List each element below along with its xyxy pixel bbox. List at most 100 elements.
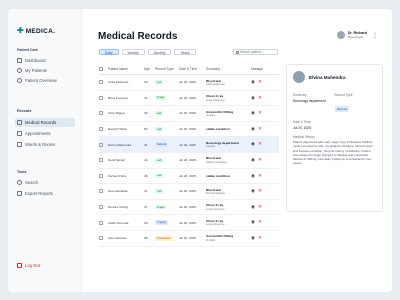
- view-icon[interactable]: ◉: [251, 157, 255, 163]
- cell-summary: Chest X-ray: [206, 94, 224, 99]
- table-row[interactable]: Elvina Mahendra 41 Referral Jul 20, 2025 Neu…: [99, 137, 279, 153]
- delete-icon[interactable]: ✕: [258, 111, 262, 116]
- cell-patient-name: Dedi Hamidi: [108, 158, 125, 163]
- table-row[interactable]: Anita Rahmani 29 Lab Jul 20, 2025 Blood test…: [99, 75, 279, 91]
- delete-icon[interactable]: ✕: [258, 95, 262, 101]
- column-header: Patient Name: [108, 67, 128, 71]
- nav-group-title: Patient Care: [17, 48, 38, 52]
- cell-summary-detail: Full hematology: [206, 192, 225, 196]
- filter-daily[interactable]: Daily: [99, 49, 119, 55]
- delete-icon[interactable]: ✕: [258, 142, 262, 147]
- cell-age: 44: [144, 158, 148, 163]
- brand-name: MEDICA.: [25, 27, 56, 35]
- row-checkbox[interactable]: [99, 220, 103, 225]
- cell-age: 47: [144, 205, 148, 210]
- sidebar-item-medical-records[interactable]: Medical Records: [15, 118, 75, 127]
- search-input[interactable]: [240, 50, 276, 54]
- delete-icon[interactable]: ✕: [258, 173, 262, 179]
- filter-weekly[interactable]: Weekly: [121, 49, 145, 55]
- view-icon[interactable]: ◉: [251, 189, 255, 194]
- cell-patient-name: Anita Rahmani: [108, 80, 129, 85]
- record-type-badge: Lab: [155, 126, 164, 132]
- page-title: Medical Records: [98, 31, 178, 42]
- table-row[interactable]: Dedi Hamidi 44 Lab Jul 20, 2025 Blood test Hb…: [99, 153, 279, 169]
- cell-summary: stable condition: [206, 126, 230, 131]
- row-checkbox[interactable]: [99, 111, 103, 116]
- record-type-badge: Referral: [155, 142, 169, 148]
- sidebar-item-patient-overview[interactable]: Patient Overview: [15, 76, 75, 85]
- row-checkbox[interactable]: [99, 173, 103, 178]
- sidebar-item-wards-rooms[interactable]: Wards & Rooms: [15, 140, 75, 149]
- view-icon[interactable]: ◉: [251, 126, 255, 132]
- delete-icon[interactable]: ✕: [258, 126, 262, 132]
- table-row[interactable]: Joko Santoso 58 Prescription Jul 20, 2025 Am…: [99, 231, 279, 247]
- record-type-badge: Lab: [155, 158, 164, 163]
- view-icon[interactable]: ◉: [251, 111, 255, 116]
- user-menu[interactable]: Dr. Richard Neurologist ⋮: [336, 31, 378, 39]
- record-type-badge: Image: [155, 204, 167, 210]
- logout-button[interactable]: Log Out: [15, 261, 75, 270]
- cell-date: Jul 20, 2025: [179, 189, 196, 194]
- row-checkbox[interactable]: [99, 95, 103, 100]
- record-type-badge: Prescription: [155, 236, 173, 241]
- sidebar-item-my-patients[interactable]: My Patients: [15, 66, 75, 75]
- more-options-icon[interactable]: ⋮: [372, 32, 378, 39]
- delete-icon[interactable]: ✕: [258, 157, 262, 163]
- view-icon[interactable]: ◉: [251, 204, 255, 210]
- row-checkbox[interactable]: [99, 189, 103, 194]
- view-icon[interactable]: ◉: [251, 80, 255, 85]
- table-row[interactable]: Indah Permata 26 Imaging Jul 20, 2025 Chest …: [99, 215, 279, 231]
- cell-summary-detail: 3x daily: [206, 239, 216, 243]
- row-checkbox[interactable]: [99, 205, 103, 210]
- record-type-badge: Lab: [155, 173, 164, 179]
- delete-icon[interactable]: ✕: [258, 189, 262, 194]
- row-checkbox[interactable]: [99, 158, 103, 163]
- delete-icon[interactable]: ✕: [258, 204, 262, 210]
- cell-date: Jul 20, 2025: [179, 158, 196, 163]
- search-box: [233, 49, 278, 55]
- sidebar-item-appointments[interactable]: Appointments: [15, 129, 75, 138]
- bed-icon: [17, 142, 22, 147]
- row-checkbox[interactable]: [99, 80, 103, 85]
- sidebar-item-export-reports[interactable]: Export Reports: [15, 189, 75, 198]
- row-checkbox[interactable]: [99, 236, 103, 241]
- detail-date-value: Jul 20, 2025: [293, 125, 311, 130]
- filter-monthly[interactable]: Monthly: [147, 49, 172, 55]
- sidebar-item-search[interactable]: Search: [15, 178, 75, 187]
- detail-history-text: Patient diagnosed with early stage Type …: [293, 140, 374, 166]
- nav-group-title: Tools: [17, 170, 27, 174]
- view-icon[interactable]: ◉: [251, 220, 255, 225]
- delete-icon[interactable]: ✕: [258, 220, 262, 225]
- cell-date: Jul 20, 2025: [179, 111, 196, 116]
- filter-yearly[interactable]: Yearly: [174, 49, 196, 55]
- user-icon: [17, 78, 22, 83]
- sidebar-item-dashboard[interactable]: Dashboard: [15, 56, 75, 65]
- table-row[interactable]: Gina Sanabila 31 Lab Jul 20, 2025 Blood test…: [99, 184, 279, 200]
- cell-patient-name: Gina Sanabila: [108, 189, 128, 194]
- table-row[interactable]: Farhan Putra 38 Lab Jul 20, 2025 stable cond…: [99, 169, 279, 185]
- brand-logo[interactable]: ✚ MEDICA.: [17, 27, 55, 35]
- table-row[interactable]: Hendra Tobing 47 Image Jul 20, 2025 Chest X-…: [99, 200, 279, 216]
- view-icon[interactable]: ◉: [251, 142, 255, 147]
- view-icon[interactable]: ◉: [251, 235, 255, 241]
- table-row[interactable]: Citra Wijaya 35 Lab Jul 20, 2025 Amoxicillin…: [99, 106, 279, 122]
- delete-icon[interactable]: ✕: [258, 235, 262, 241]
- table-row[interactable]: Bima Prasetyo 41 Image Jul 20, 2025 Chest X-…: [99, 91, 279, 107]
- column-header: Summary: [206, 67, 221, 71]
- record-type-badge: Lab: [155, 111, 164, 116]
- select-all-checkbox[interactable]: [99, 67, 103, 71]
- view-icon[interactable]: ◉: [251, 173, 255, 179]
- cell-patient-name: Farhan Putra: [108, 173, 127, 178]
- cell-date: Jul 20, 2025: [179, 236, 196, 241]
- row-checkbox[interactable]: [99, 142, 103, 147]
- row-checkbox[interactable]: [99, 127, 103, 132]
- status-badge: Referral: [334, 106, 350, 112]
- clipboard-icon: [17, 120, 22, 125]
- delete-icon[interactable]: ✕: [258, 80, 262, 85]
- table-row[interactable]: Danish Hakim 52 Lab Jul 20, 2025 stable cond…: [99, 122, 279, 138]
- cell-patient-name: Indah Permata: [108, 220, 129, 225]
- user-role: Neurologist: [347, 35, 363, 39]
- cell-age: 38: [144, 173, 148, 178]
- view-icon[interactable]: ◉: [251, 95, 255, 101]
- logout-label: Log Out: [25, 263, 40, 268]
